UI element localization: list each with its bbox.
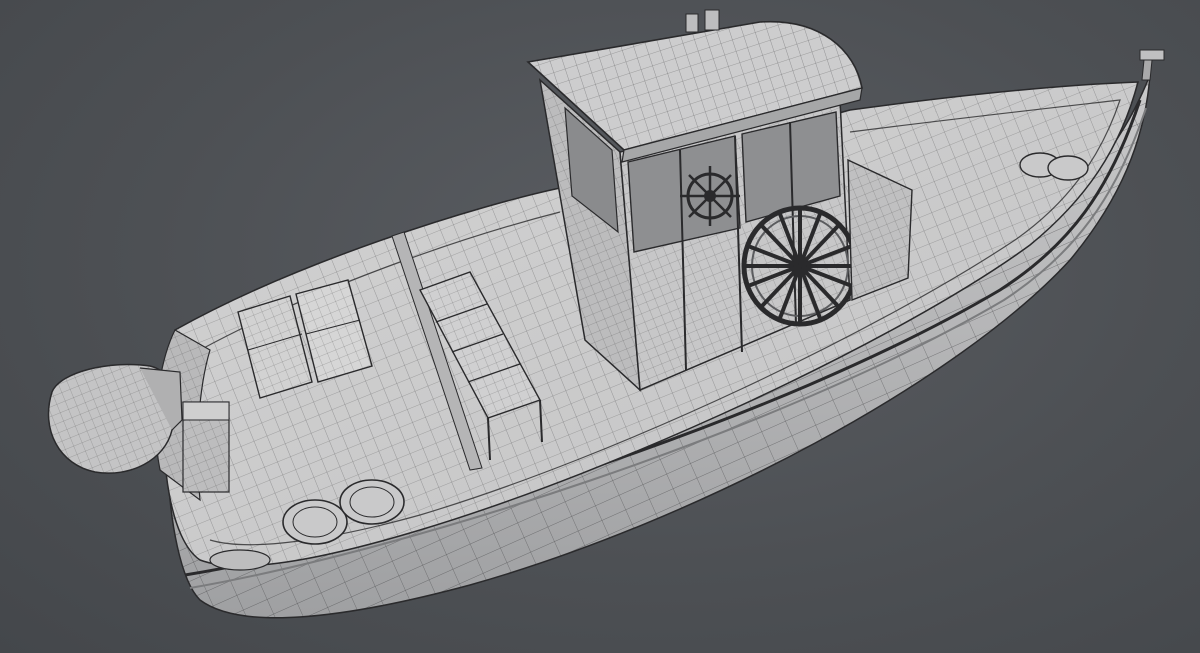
engine-box: [182, 401, 230, 493]
boat-wireframe-render: [47, 9, 1165, 619]
ship-wheel-large: [741, 205, 859, 327]
helm-wheel-small: [680, 166, 740, 226]
bow-cleat: [1139, 49, 1165, 81]
3d-viewport[interactable]: [0, 0, 1200, 653]
